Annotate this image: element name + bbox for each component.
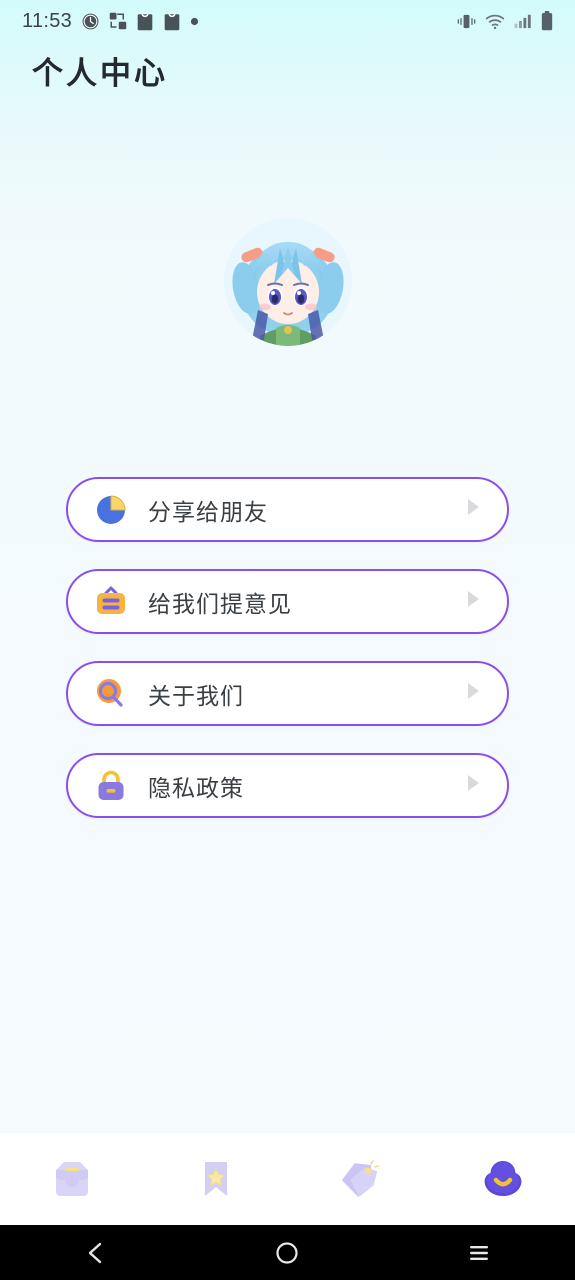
battery-icon bbox=[541, 11, 553, 31]
anime-girl-avatar bbox=[223, 218, 352, 346]
tab-inbox[interactable] bbox=[0, 1133, 144, 1225]
magnifier-info-icon bbox=[94, 677, 128, 711]
back-icon bbox=[88, 1242, 102, 1263]
home-icon bbox=[276, 1241, 299, 1264]
status-bar: 11:53 bbox=[0, 0, 575, 42]
page-title: 个人中心 bbox=[32, 56, 168, 92]
menu-item-feedback[interactable]: 给我们提意见 bbox=[66, 569, 509, 634]
tags-icon bbox=[333, 1156, 385, 1202]
bookmark-star-icon bbox=[190, 1156, 242, 1202]
shopping-bag-icon bbox=[137, 13, 153, 30]
share-nodes-icon bbox=[109, 12, 127, 30]
home-button[interactable] bbox=[252, 1225, 322, 1280]
android-system-nav bbox=[0, 1225, 575, 1280]
feedback-board-icon bbox=[94, 585, 128, 619]
tab-tags[interactable] bbox=[288, 1133, 432, 1225]
menu-item-about[interactable]: 关于我们 bbox=[66, 661, 509, 726]
clock-icon bbox=[82, 13, 99, 29]
settings-menu: 分享给朋友 给我们提意见 关于我们 隐私政策 bbox=[0, 477, 575, 818]
inbox-icon bbox=[46, 1156, 98, 1202]
status-bar-time: 11:53 bbox=[22, 9, 73, 32]
chevron-right-icon bbox=[465, 682, 481, 705]
dot-icon bbox=[190, 17, 199, 25]
status-bar-right bbox=[457, 11, 553, 31]
menu-item-label: 隐私政策 bbox=[148, 775, 244, 802]
app-screen: 11:53 个人中心 分享给朋友 给我们提意见 关于我们 隐私政策 bbox=[0, 0, 575, 1225]
chevron-right-icon bbox=[465, 498, 481, 521]
lock-icon bbox=[94, 769, 128, 803]
pie-share-icon bbox=[94, 493, 128, 527]
vibrate-icon bbox=[457, 14, 476, 28]
menu-item-label: 关于我们 bbox=[148, 683, 244, 710]
chevron-right-icon bbox=[465, 590, 481, 613]
recents-icon bbox=[470, 1245, 489, 1260]
avatar-container bbox=[0, 218, 575, 346]
chevron-right-icon bbox=[465, 774, 481, 797]
status-bar-left: 11:53 bbox=[22, 10, 199, 33]
signal-bars-icon bbox=[514, 14, 531, 29]
bottom-tab-bar bbox=[0, 1133, 575, 1225]
tab-favorites[interactable] bbox=[144, 1133, 288, 1225]
cloud-face-icon bbox=[477, 1156, 529, 1202]
tab-profile[interactable] bbox=[431, 1133, 575, 1225]
menu-item-label: 给我们提意见 bbox=[148, 591, 292, 618]
avatar[interactable] bbox=[223, 218, 352, 346]
menu-item-share[interactable]: 分享给朋友 bbox=[66, 477, 509, 542]
back-button[interactable] bbox=[61, 1225, 131, 1280]
menu-item-label: 分享给朋友 bbox=[148, 499, 268, 526]
recents-button[interactable] bbox=[444, 1225, 514, 1280]
menu-item-privacy[interactable]: 隐私政策 bbox=[66, 753, 509, 818]
wifi-icon bbox=[485, 14, 505, 29]
shopping-bag-icon bbox=[164, 13, 180, 30]
